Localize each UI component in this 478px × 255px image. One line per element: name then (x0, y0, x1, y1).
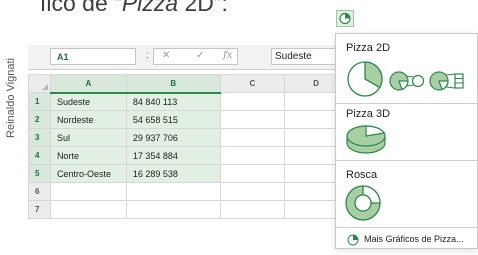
row-header[interactable]: 1 (28, 92, 51, 111)
pie-small-icon (347, 234, 359, 246)
cell[interactable]: Sudeste (49, 92, 127, 111)
author-credit: Reinaldo Vignati (3, 40, 19, 155)
heading-italic: Pizza (121, 0, 179, 16)
pie-2d-icon[interactable] (346, 60, 384, 98)
formula-controls: ✕ ✓ fx (153, 48, 238, 65)
row-header[interactable]: 6 (28, 182, 51, 201)
table-row: 5 Centro-Oeste 16 289 538 (28, 164, 348, 183)
row-header[interactable]: 4 (28, 146, 51, 165)
pie-chart-button[interactable] (336, 10, 354, 27)
divider (336, 103, 477, 104)
cell-grid: A B C D 1 Sudeste 84 840 113 2 Nordeste … (28, 74, 348, 219)
cell[interactable] (219, 200, 286, 219)
heading-suffix: 2D”: (178, 0, 228, 16)
row-header[interactable]: 7 (28, 200, 51, 219)
section-title: Pizza 3D (346, 108, 391, 120)
column-header-c[interactable]: C (219, 74, 286, 93)
cell[interactable] (125, 182, 221, 201)
table-row: 6 (28, 182, 348, 201)
table-row: 2 Nordeste 54 658 515 (28, 110, 348, 129)
divider (336, 160, 477, 161)
cell[interactable]: 17 354 884 (125, 146, 221, 165)
table-row: 1 Sudeste 84 840 113 (28, 92, 348, 111)
cancel-icon[interactable]: ✕ (162, 50, 170, 61)
heading-text: fico de “Pizza 2D”: (40, 0, 228, 17)
cell[interactable]: Nordeste (49, 110, 127, 129)
cell[interactable]: Centro-Oeste (49, 164, 127, 183)
cell[interactable]: 54 658 515 (125, 110, 221, 129)
cell[interactable] (219, 164, 286, 183)
row-header[interactable]: 3 (28, 128, 51, 147)
pie-chart-icon (339, 12, 351, 25)
select-all-corner[interactable] (28, 74, 51, 93)
pie-3d-icon[interactable] (344, 123, 388, 157)
more-label: Mais Gráficos de Pizza... (364, 234, 464, 244)
row-header[interactable]: 5 (28, 164, 51, 183)
divider (336, 227, 477, 228)
pie-chart-gallery: Pizza 2D Pizza 3D Rosca Mais Gráficos de… (335, 33, 478, 249)
column-header-row: A B C D (28, 74, 348, 94)
table-row: 4 Norte 17 354 884 (28, 146, 348, 165)
section-title: Pizza 2D (346, 42, 391, 54)
formula-separator: : (146, 50, 149, 61)
cell[interactable] (219, 110, 286, 129)
cell[interactable]: Sul (49, 128, 127, 147)
cell[interactable]: Norte (49, 146, 127, 165)
cell[interactable] (219, 128, 286, 147)
cell[interactable] (219, 92, 286, 111)
section-title: Rosca (346, 169, 378, 181)
donut-icon[interactable] (344, 184, 382, 222)
column-header-b[interactable]: B (125, 74, 221, 94)
name-box[interactable]: A1 (50, 48, 136, 65)
spreadsheet: A1 : ✕ ✓ fx Sudeste A B C D 1 Sudeste 84… (28, 45, 348, 255)
cell[interactable] (49, 182, 127, 201)
cell[interactable] (49, 200, 127, 219)
more-pie-charts-link[interactable]: Mais Gráficos de Pizza... (346, 232, 476, 248)
cell[interactable] (125, 200, 221, 219)
table-row: 7 (28, 200, 348, 219)
confirm-icon[interactable]: ✓ (196, 50, 204, 61)
cell[interactable]: 29 937 706 (125, 128, 221, 147)
cell[interactable]: 84 840 113 (125, 92, 221, 111)
row-header[interactable]: 2 (28, 110, 51, 129)
cell[interactable]: 16 289 538 (125, 164, 221, 183)
bar-of-pie-icon[interactable] (428, 70, 468, 92)
author-name: Reinaldo Vignati (5, 57, 17, 138)
table-row: 3 Sul 29 937 706 (28, 128, 348, 147)
function-icon[interactable]: fx (223, 50, 232, 61)
cell[interactable] (219, 182, 286, 201)
cell[interactable] (219, 146, 286, 165)
pie-of-pie-icon[interactable] (388, 70, 426, 92)
heading-prefix: fico de “ (40, 0, 122, 16)
column-header-a[interactable]: A (49, 74, 127, 94)
formula-bar: A1 : ✕ ✓ fx Sudeste (28, 45, 348, 70)
